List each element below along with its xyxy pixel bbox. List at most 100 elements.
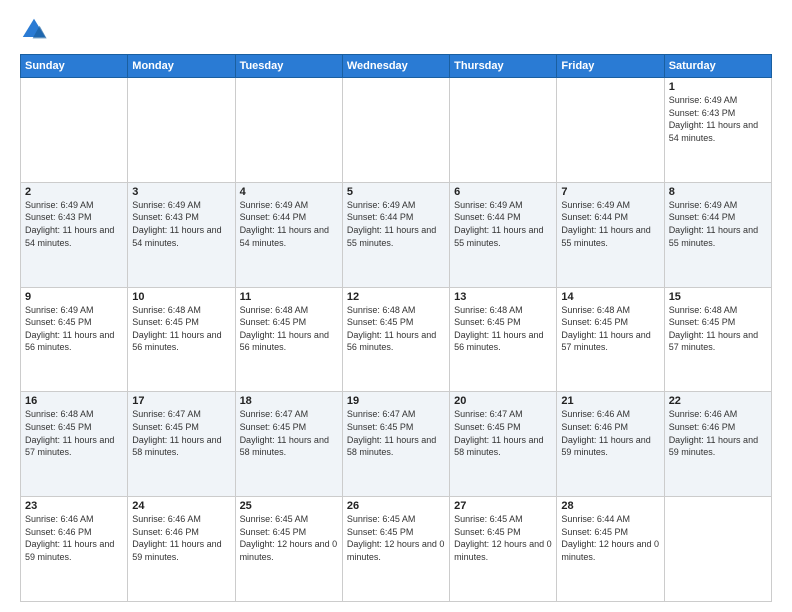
day-number: 4 — [240, 186, 338, 198]
weekday-header: Wednesday — [342, 55, 449, 78]
day-info: Sunrise: 6:49 AM Sunset: 6:45 PM Dayligh… — [25, 304, 123, 354]
day-info: Sunrise: 6:48 AM Sunset: 6:45 PM Dayligh… — [561, 304, 659, 354]
weekday-header: Sunday — [21, 55, 128, 78]
calendar-cell: 2Sunrise: 6:49 AM Sunset: 6:43 PM Daylig… — [21, 182, 128, 287]
day-number: 10 — [132, 291, 230, 303]
calendar-cell: 7Sunrise: 6:49 AM Sunset: 6:44 PM Daylig… — [557, 182, 664, 287]
weekday-header: Thursday — [450, 55, 557, 78]
weekday-header: Saturday — [664, 55, 771, 78]
day-number: 1 — [669, 81, 767, 93]
calendar-cell: 3Sunrise: 6:49 AM Sunset: 6:43 PM Daylig… — [128, 182, 235, 287]
day-info: Sunrise: 6:48 AM Sunset: 6:45 PM Dayligh… — [454, 304, 552, 354]
day-info: Sunrise: 6:49 AM Sunset: 6:44 PM Dayligh… — [561, 199, 659, 249]
page: SundayMondayTuesdayWednesdayThursdayFrid… — [0, 0, 792, 612]
day-number: 8 — [669, 186, 767, 198]
calendar-cell — [235, 78, 342, 183]
calendar-cell: 13Sunrise: 6:48 AM Sunset: 6:45 PM Dayli… — [450, 287, 557, 392]
calendar-cell: 8Sunrise: 6:49 AM Sunset: 6:44 PM Daylig… — [664, 182, 771, 287]
calendar-cell: 21Sunrise: 6:46 AM Sunset: 6:46 PM Dayli… — [557, 392, 664, 497]
day-info: Sunrise: 6:48 AM Sunset: 6:45 PM Dayligh… — [347, 304, 445, 354]
calendar-week: 16Sunrise: 6:48 AM Sunset: 6:45 PM Dayli… — [21, 392, 772, 497]
calendar-cell: 9Sunrise: 6:49 AM Sunset: 6:45 PM Daylig… — [21, 287, 128, 392]
calendar-cell: 16Sunrise: 6:48 AM Sunset: 6:45 PM Dayli… — [21, 392, 128, 497]
day-info: Sunrise: 6:48 AM Sunset: 6:45 PM Dayligh… — [25, 408, 123, 458]
calendar-cell — [21, 78, 128, 183]
calendar-cell: 18Sunrise: 6:47 AM Sunset: 6:45 PM Dayli… — [235, 392, 342, 497]
day-info: Sunrise: 6:46 AM Sunset: 6:46 PM Dayligh… — [25, 513, 123, 563]
calendar-cell — [342, 78, 449, 183]
day-number: 6 — [454, 186, 552, 198]
calendar-cell: 22Sunrise: 6:46 AM Sunset: 6:46 PM Dayli… — [664, 392, 771, 497]
day-number: 27 — [454, 500, 552, 512]
day-info: Sunrise: 6:47 AM Sunset: 6:45 PM Dayligh… — [132, 408, 230, 458]
calendar-cell: 20Sunrise: 6:47 AM Sunset: 6:45 PM Dayli… — [450, 392, 557, 497]
day-info: Sunrise: 6:49 AM Sunset: 6:44 PM Dayligh… — [454, 199, 552, 249]
weekday-header: Tuesday — [235, 55, 342, 78]
day-info: Sunrise: 6:49 AM Sunset: 6:44 PM Dayligh… — [347, 199, 445, 249]
day-number: 11 — [240, 291, 338, 303]
day-info: Sunrise: 6:44 AM Sunset: 6:45 PM Dayligh… — [561, 513, 659, 563]
calendar-cell: 1Sunrise: 6:49 AM Sunset: 6:43 PM Daylig… — [664, 78, 771, 183]
calendar-cell: 25Sunrise: 6:45 AM Sunset: 6:45 PM Dayli… — [235, 497, 342, 602]
calendar-cell: 23Sunrise: 6:46 AM Sunset: 6:46 PM Dayli… — [21, 497, 128, 602]
day-number: 24 — [132, 500, 230, 512]
calendar-cell — [557, 78, 664, 183]
weekday-row: SundayMondayTuesdayWednesdayThursdayFrid… — [21, 55, 772, 78]
day-number: 21 — [561, 395, 659, 407]
weekday-header: Friday — [557, 55, 664, 78]
calendar-cell: 24Sunrise: 6:46 AM Sunset: 6:46 PM Dayli… — [128, 497, 235, 602]
calendar-cell: 27Sunrise: 6:45 AM Sunset: 6:45 PM Dayli… — [450, 497, 557, 602]
day-info: Sunrise: 6:48 AM Sunset: 6:45 PM Dayligh… — [669, 304, 767, 354]
day-number: 14 — [561, 291, 659, 303]
day-number: 5 — [347, 186, 445, 198]
weekday-header: Monday — [128, 55, 235, 78]
day-number: 25 — [240, 500, 338, 512]
day-number: 9 — [25, 291, 123, 303]
day-info: Sunrise: 6:45 AM Sunset: 6:45 PM Dayligh… — [240, 513, 338, 563]
calendar-cell: 28Sunrise: 6:44 AM Sunset: 6:45 PM Dayli… — [557, 497, 664, 602]
day-info: Sunrise: 6:49 AM Sunset: 6:43 PM Dayligh… — [132, 199, 230, 249]
logo — [20, 16, 52, 44]
day-info: Sunrise: 6:49 AM Sunset: 6:44 PM Dayligh… — [669, 199, 767, 249]
day-info: Sunrise: 6:46 AM Sunset: 6:46 PM Dayligh… — [561, 408, 659, 458]
day-number: 12 — [347, 291, 445, 303]
calendar-cell: 6Sunrise: 6:49 AM Sunset: 6:44 PM Daylig… — [450, 182, 557, 287]
calendar-week: 9Sunrise: 6:49 AM Sunset: 6:45 PM Daylig… — [21, 287, 772, 392]
day-info: Sunrise: 6:46 AM Sunset: 6:46 PM Dayligh… — [132, 513, 230, 563]
calendar-cell — [664, 497, 771, 602]
day-info: Sunrise: 6:45 AM Sunset: 6:45 PM Dayligh… — [347, 513, 445, 563]
day-number: 20 — [454, 395, 552, 407]
calendar-cell: 10Sunrise: 6:48 AM Sunset: 6:45 PM Dayli… — [128, 287, 235, 392]
day-info: Sunrise: 6:45 AM Sunset: 6:45 PM Dayligh… — [454, 513, 552, 563]
day-number: 3 — [132, 186, 230, 198]
day-info: Sunrise: 6:47 AM Sunset: 6:45 PM Dayligh… — [240, 408, 338, 458]
calendar-cell: 17Sunrise: 6:47 AM Sunset: 6:45 PM Dayli… — [128, 392, 235, 497]
day-info: Sunrise: 6:49 AM Sunset: 6:43 PM Dayligh… — [25, 199, 123, 249]
day-number: 17 — [132, 395, 230, 407]
day-info: Sunrise: 6:48 AM Sunset: 6:45 PM Dayligh… — [132, 304, 230, 354]
day-info: Sunrise: 6:48 AM Sunset: 6:45 PM Dayligh… — [240, 304, 338, 354]
calendar-cell — [128, 78, 235, 183]
calendar-cell: 4Sunrise: 6:49 AM Sunset: 6:44 PM Daylig… — [235, 182, 342, 287]
day-number: 2 — [25, 186, 123, 198]
calendar-cell — [450, 78, 557, 183]
day-number: 15 — [669, 291, 767, 303]
calendar-week: 1Sunrise: 6:49 AM Sunset: 6:43 PM Daylig… — [21, 78, 772, 183]
calendar-cell: 5Sunrise: 6:49 AM Sunset: 6:44 PM Daylig… — [342, 182, 449, 287]
day-info: Sunrise: 6:49 AM Sunset: 6:44 PM Dayligh… — [240, 199, 338, 249]
logo-icon — [20, 16, 48, 44]
day-number: 7 — [561, 186, 659, 198]
day-info: Sunrise: 6:47 AM Sunset: 6:45 PM Dayligh… — [347, 408, 445, 458]
day-info: Sunrise: 6:49 AM Sunset: 6:43 PM Dayligh… — [669, 94, 767, 144]
day-number: 28 — [561, 500, 659, 512]
calendar-week: 23Sunrise: 6:46 AM Sunset: 6:46 PM Dayli… — [21, 497, 772, 602]
calendar-cell: 11Sunrise: 6:48 AM Sunset: 6:45 PM Dayli… — [235, 287, 342, 392]
calendar-body: 1Sunrise: 6:49 AM Sunset: 6:43 PM Daylig… — [21, 78, 772, 602]
day-number: 16 — [25, 395, 123, 407]
calendar-cell: 15Sunrise: 6:48 AM Sunset: 6:45 PM Dayli… — [664, 287, 771, 392]
calendar-week: 2Sunrise: 6:49 AM Sunset: 6:43 PM Daylig… — [21, 182, 772, 287]
calendar: SundayMondayTuesdayWednesdayThursdayFrid… — [20, 54, 772, 602]
calendar-cell: 19Sunrise: 6:47 AM Sunset: 6:45 PM Dayli… — [342, 392, 449, 497]
day-info: Sunrise: 6:46 AM Sunset: 6:46 PM Dayligh… — [669, 408, 767, 458]
header — [20, 16, 772, 44]
